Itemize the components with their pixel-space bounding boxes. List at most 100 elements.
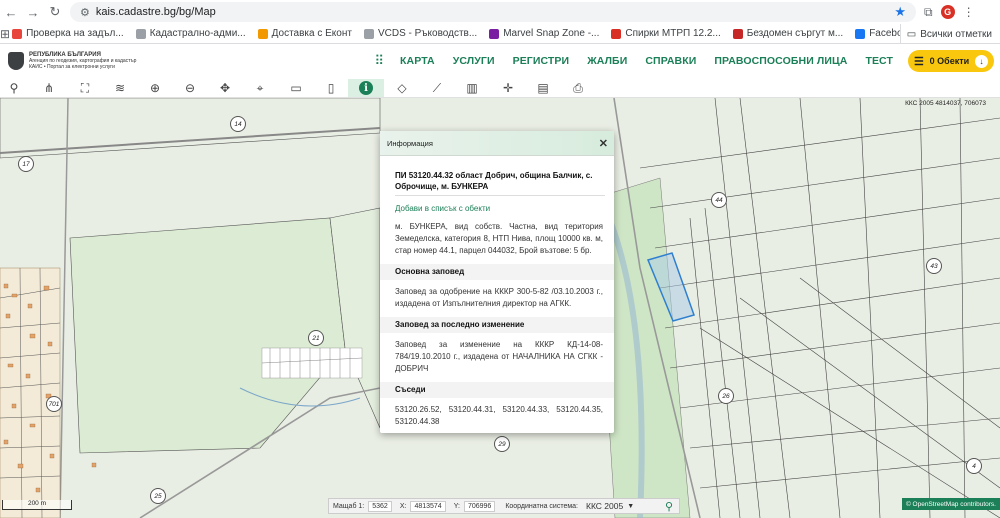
bookmark-item[interactable]: Спирки МТРП 12.2... xyxy=(611,28,721,39)
menu-item-test[interactable]: ТЕСТ xyxy=(865,55,893,67)
profile-avatar[interactable]: G xyxy=(940,5,955,19)
back-icon[interactable]: ← xyxy=(0,1,22,23)
basemap-icon[interactable]: ⛶ xyxy=(75,79,95,97)
info-popup: Информация ✕ ПИ 53120.44.32 област Добри… xyxy=(380,131,614,433)
deselect-rectangle-icon[interactable]: ▯ xyxy=(321,79,341,97)
menu-item-pravosposobni[interactable]: ПРАВОСПОСОБНИ ЛИЦА xyxy=(714,55,847,67)
y-coordinate-value: 706996 xyxy=(463,500,496,512)
info-tool-button[interactable]: i xyxy=(348,79,384,97)
all-bookmarks-button[interactable]: ▭ Всички отметки xyxy=(899,24,1000,43)
extensions-icon[interactable]: ⧉ xyxy=(924,5,933,20)
y-label: Y: xyxy=(453,502,460,510)
site-logo[interactable]: РЕПУБЛИКА БЪЛГАРИЯ Агенция по геодезия, … xyxy=(8,52,158,70)
measure-line-icon[interactable]: ⟋ xyxy=(427,79,447,97)
print-icon[interactable]: ⎙ xyxy=(568,79,588,97)
bookmark-label: VCDS - Ръководств... xyxy=(377,28,478,39)
crs-dropdown-icon[interactable]: ▼ xyxy=(627,503,634,510)
neighbours-text: 53120.26.52, 53120.44.31, 53120.44.33, 5… xyxy=(395,405,603,426)
browser-address-bar: ← → ↻ ⚙ kais.cadastre.bg/bg/Map ★ ⧉ G ⋮ xyxy=(0,0,1000,24)
url-field[interactable]: ⚙ kais.cadastre.bg/bg/Map ★ xyxy=(70,2,916,22)
parcel-label: 701 xyxy=(46,396,62,412)
pan-icon[interactable]: ✥ xyxy=(215,79,235,97)
menu-item-zhalbi[interactable]: ЖАЛБИ xyxy=(587,55,627,67)
site-info-icon[interactable]: ⚙ xyxy=(80,6,90,19)
popup-title: Информация xyxy=(387,138,433,148)
map-book-icon[interactable]: ▥ xyxy=(462,79,482,97)
parcel-description: м. БУНКЕРА, вид собств. Частна, вид тери… xyxy=(395,222,603,255)
objects-label: 0 Обекти xyxy=(929,56,970,66)
map-toolbar: ⚲ ⋔ ⛶ ≋ ⊕ ⊖ ✥ ⌖ ▭ ▯ i ◇ ⟋ ▥ ✛ ▤ ⎙ xyxy=(0,78,1000,98)
main-menu: ⠿ КАРТА УСЛУГИ РЕГИСТРИ ЖАЛБИ СПРАВКИ ПР… xyxy=(375,50,1000,72)
bookmark-item[interactable]: Проверка на задъл... xyxy=(12,28,124,39)
parcel-label: 17 xyxy=(18,156,34,172)
bookmark-label: Кадастрално-адми... xyxy=(149,28,246,39)
parcel-label: 25 xyxy=(150,488,166,504)
popup-header: Информация xyxy=(380,131,614,156)
parcel-label: 21 xyxy=(308,330,324,346)
url-text: kais.cadastre.bg/bg/Map xyxy=(95,6,216,18)
section-heading: Заповед за последно изменение xyxy=(380,317,614,333)
chevron-down-icon: ↓ xyxy=(974,54,988,68)
forward-icon[interactable]: → xyxy=(22,1,44,23)
logo-line2: КАИС • Портал за електронни услуги xyxy=(29,64,115,70)
map-coordinate-label: ККС 2005 4814037, 706073 xyxy=(905,100,986,107)
scale-label: Мащаб 1: xyxy=(333,502,365,510)
main-order-text: Заповед за одобрение на КККР 300-5-82 /0… xyxy=(395,287,603,308)
document-icon[interactable]: ▤ xyxy=(533,79,553,97)
scale-bar-label: 200 m xyxy=(27,500,47,507)
bookmark-item[interactable]: VCDS - Ръководств... xyxy=(363,28,478,39)
select-rectangle-icon[interactable]: ▭ xyxy=(286,79,306,97)
scale-bar: 200 m xyxy=(2,500,72,510)
menu-item-registri[interactable]: РЕГИСТРИ xyxy=(513,55,570,67)
add-to-list-link[interactable]: Добави в списък с обекти xyxy=(395,203,605,215)
location-pin-icon[interactable]: ⌖ xyxy=(250,79,270,97)
bookmark-star-icon[interactable]: ★ xyxy=(894,4,906,20)
bookmark-item[interactable]: Кадастрално-адми... xyxy=(135,28,246,39)
coordinates-icon[interactable]: ✛ xyxy=(498,79,518,97)
layers-tree-icon[interactable]: ⋔ xyxy=(39,79,59,97)
bookmark-favicon-icon xyxy=(363,28,374,39)
objects-button[interactable]: ☰ 0 Обекти ↓ xyxy=(908,50,994,72)
bookmark-label: Проверка на задъл... xyxy=(26,28,124,39)
scale-input[interactable]: 5362 xyxy=(368,500,392,512)
osm-attribution[interactable]: © OpenStreetMap contributors. xyxy=(901,498,1000,510)
section-heading: Основна заповед xyxy=(380,264,614,280)
apps-grid-icon[interactable]: ⊞ xyxy=(0,27,10,41)
menu-item-spravki[interactable]: СПРАВКИ xyxy=(645,55,696,67)
close-icon[interactable]: ✕ xyxy=(599,137,608,150)
zoom-out-icon[interactable]: ⊖ xyxy=(180,79,200,97)
zoom-in-icon[interactable]: ⊕ xyxy=(145,79,165,97)
parcel-label: 14 xyxy=(230,116,246,132)
osm-attribution-text: © OpenStreetMap contributors. xyxy=(905,500,996,508)
menu-item-karta[interactable]: КАРТА xyxy=(400,55,435,67)
all-bookmarks-label: Всички отметки xyxy=(920,28,992,40)
bookmark-item[interactable]: Доставка с Еконт xyxy=(257,28,352,39)
layers-icon[interactable]: ≋ xyxy=(110,79,130,97)
bookmark-favicon-icon xyxy=(135,28,146,39)
parcel-label: 44 xyxy=(711,192,727,208)
bookmark-item[interactable]: Бездомен съргут м... xyxy=(732,28,844,39)
search-coordinates-icon[interactable]: ⚲ xyxy=(665,500,673,513)
bookmark-item[interactable]: Marvel Snap Zone -... xyxy=(489,28,599,39)
menu-kebab-icon[interactable]: ⋮ xyxy=(963,5,975,19)
crs-label: Координатна система: xyxy=(505,502,578,510)
bookmark-label: Marvel Snap Zone -... xyxy=(503,28,600,39)
x-label: X: xyxy=(399,502,407,510)
reload-icon[interactable]: ↻ xyxy=(44,1,66,23)
apps-menu-icon[interactable]: ⠿ xyxy=(375,53,384,69)
bookmark-favicon-icon xyxy=(257,28,268,39)
search-icon[interactable]: ⚲ xyxy=(4,79,24,97)
crs-select[interactable]: ККС 2005 xyxy=(586,501,623,511)
last-change-order-text: Заповед за изменение на КККР КД-14-08-78… xyxy=(395,340,603,373)
bookmark-label: Бездомен съргут м... xyxy=(746,28,844,39)
measure-area-icon[interactable]: ◇ xyxy=(392,79,412,97)
bookmark-favicon-icon xyxy=(12,28,23,39)
parcel-label: 43 xyxy=(926,258,942,274)
map-status-bar: Мащаб 1: 5362 X: 4813574 Y: 706996 Коорд… xyxy=(328,498,680,514)
bookmark-favicon-icon xyxy=(732,28,743,39)
bookmark-label: Спирки МТРП 12.2... xyxy=(625,28,721,39)
bookmark-label: Доставка с Еконт xyxy=(271,28,352,39)
info-icon: i xyxy=(359,81,373,95)
section-heading: Съседи xyxy=(380,382,614,398)
menu-item-uslugi[interactable]: УСЛУГИ xyxy=(453,55,495,67)
